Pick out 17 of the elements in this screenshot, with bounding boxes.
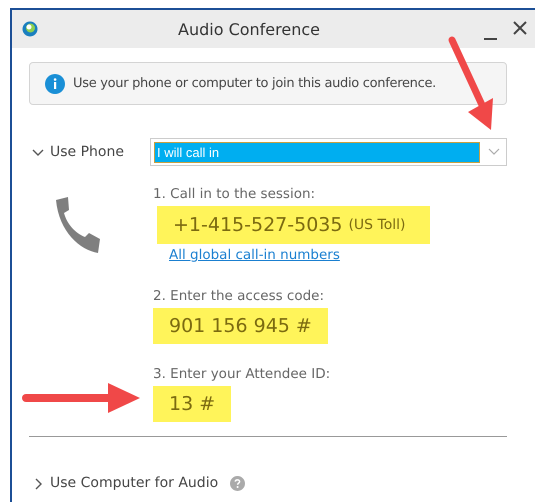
- chevron-down-icon: [488, 148, 500, 156]
- info-icon: [45, 74, 65, 94]
- section-toggle[interactable]: Use Computer for Audio: [32, 473, 218, 494]
- phone-icon: [55, 196, 101, 254]
- step-label: 2. Enter the access code:: [153, 286, 326, 306]
- window-title: Audio Conference: [178, 19, 320, 41]
- section-toggle[interactable]: Use Phone: [32, 142, 150, 162]
- step-value: 13 #: [169, 392, 216, 417]
- step-label: 1. Call in to the session:: [153, 185, 316, 204]
- info-message: Use your phone or computer to join this audio conference.: [73, 74, 436, 93]
- call-in-numbers-link[interactable]: All global call-in numbers: [169, 245, 340, 266]
- step-value: 901 156 945 #: [169, 314, 312, 338]
- close-button[interactable]: [512, 20, 528, 36]
- toll-note: (US Toll): [348, 216, 406, 235]
- step-value: +1-415-527-5035: [173, 213, 342, 238]
- step-label: 3. Enter your Attendee ID:: [153, 364, 332, 384]
- app-logo-icon: [22, 21, 38, 37]
